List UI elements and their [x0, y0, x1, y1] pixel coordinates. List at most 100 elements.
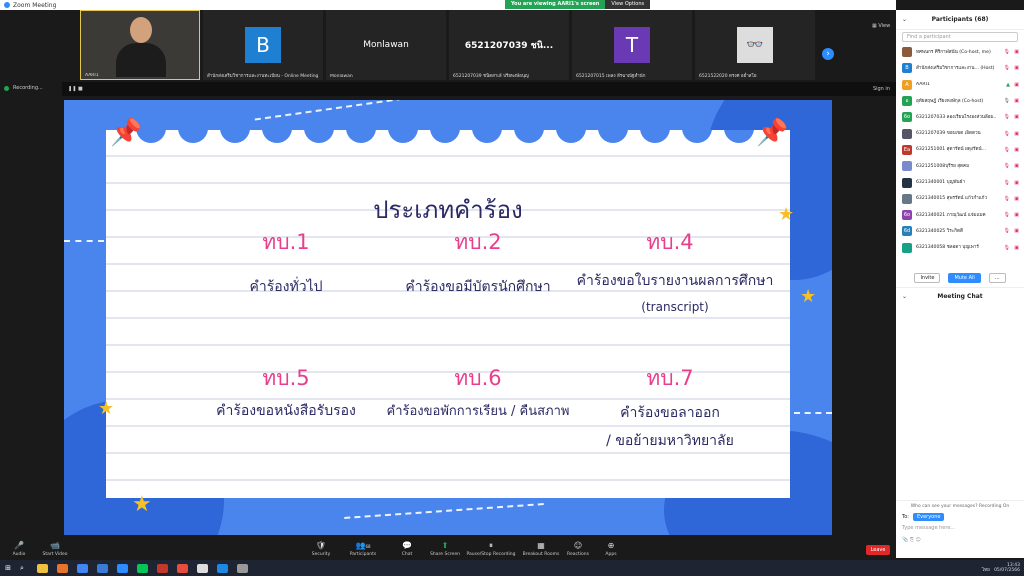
more-button[interactable]: ...	[988, 273, 1006, 283]
recording-label: Recording...	[13, 85, 43, 91]
participant-row[interactable]: 6321251008บุรีรย สุดคม 🎙 ▣	[896, 158, 1024, 174]
firefox-icon[interactable]	[57, 563, 68, 573]
avatar	[902, 161, 912, 172]
toolbar-label: Share Screen	[430, 552, 460, 557]
participant-row[interactable]: Ea 6321251001 สุดารัตน์ ผดุงรัตน์... 🎙 ▣	[896, 142, 1024, 158]
video-off-icon: ▣	[1014, 130, 1019, 137]
star-icon: ★	[132, 492, 152, 517]
muted-mic-icon: 🎙	[1003, 130, 1010, 137]
participant-name: 6321340021 ภาณุวัฒน์ แจ่มแมค	[916, 212, 986, 218]
recording-indicator[interactable]: Recording...	[0, 82, 62, 94]
thumbnail-name: 6521207039 ชนิดสาเล้ ปรียพงษ์อนุญ	[453, 74, 529, 79]
mute-all-button[interactable]: Mute All	[948, 273, 981, 283]
avatar: 6o	[902, 112, 912, 123]
share-control-bar: ❚❚ ■ Sign in	[62, 82, 896, 96]
video-thumbnail[interactable]: AARI1	[80, 10, 200, 80]
video-off-icon: ▣	[1014, 212, 1019, 219]
participants-button[interactable]: 👥68 Participants	[338, 541, 388, 557]
file-explorer-icon[interactable]	[37, 563, 48, 573]
participant-row[interactable]: 6o 6321340021 ภาณุวัฒน์ แจ่มแมค 🎙 ▣	[896, 207, 1024, 223]
video-thumbnail[interactable]: Monlawan Monlawan	[326, 10, 446, 80]
participant-name: 6321340015 สุพรรัตน์ แก้วกำแก้ว	[916, 196, 988, 202]
thumbnail-name: AARI1	[85, 73, 99, 78]
participant-row[interactable]: 6321340001 บุญพันธ์า 🎙 ▣	[896, 174, 1024, 190]
screenshot-icon[interactable]: ⎘	[910, 537, 914, 543]
muted-mic-icon: 🎙	[1003, 212, 1010, 219]
form-desc-extra: / ขอย้ายมหาวิทยาลัย	[606, 433, 734, 449]
participant-name: อุทัยสฤษฎ์ เรียงหงษ์กุล (Co-host)	[916, 98, 984, 104]
form-code: ทบ.4	[646, 230, 694, 254]
windows-start-icon[interactable]: ⊞	[2, 560, 14, 576]
participant-row[interactable]: 6o 6321207033 ลองเรียนไรงองส่วนลีอม... 🎙 ▣	[896, 109, 1024, 125]
star-icon: ★	[98, 398, 115, 419]
participant-row[interactable]: B สำนักส่งเสริมวิชาการและงาน... (Host) 🎙 ▣	[896, 60, 1024, 76]
view-button[interactable]: ▦ View	[872, 23, 890, 29]
who-can-see-link[interactable]: Who can see your messages? Recording On	[896, 501, 1024, 509]
sign-in-link[interactable]: Sign in	[873, 86, 890, 92]
participant-name: AARI1	[916, 82, 930, 88]
line-icon[interactable]	[137, 563, 148, 573]
video-thumbnail-strip: AARI1 B สำนักส่งเสริมวิชาการและงานทะเบีย…	[0, 10, 896, 80]
to-label: To:	[902, 514, 909, 520]
form-code: ทบ.7	[646, 366, 694, 390]
recipient-dropdown[interactable]: Everyone	[912, 513, 945, 521]
muted-mic-icon: 🎙	[1003, 49, 1010, 56]
app-icon[interactable]	[217, 563, 228, 573]
video-off-icon: ▣	[1014, 49, 1019, 56]
chevron-down-icon[interactable]: ⌄	[902, 288, 907, 306]
participant-search-input[interactable]: Find a participant	[902, 32, 1018, 42]
app-icon[interactable]	[237, 563, 248, 573]
chat-message-input[interactable]: Type message here...	[902, 525, 1018, 531]
app-icon[interactable]	[157, 563, 168, 573]
video-thumbnail[interactable]: T 6521207015 เพลง ลีรฉาณัฐสำนัก	[572, 10, 692, 80]
pause-share-icon[interactable]: ❚❚ ■	[68, 86, 83, 92]
share-screen-button[interactable]: ⬆ Share Screen	[420, 541, 470, 557]
muted-mic-icon: 🎙	[1003, 228, 1010, 235]
participant-row[interactable]: อ อุทัยสฤษฎ์ เรียงหงษ์กุล (Co-host) 🎙 ▣	[896, 93, 1024, 109]
zoom-taskbar-icon[interactable]	[117, 563, 128, 573]
zoom-logo-icon	[4, 2, 10, 8]
file-icon[interactable]: 📎	[902, 537, 908, 543]
participant-name: 6321340058 ชลอดา บุญเพาร์	[916, 245, 979, 251]
shared-slide: ประเภทคำร้อง ทบ.1 คำร้องทั่วไป ทบ.2 คำร้…	[64, 100, 832, 535]
avatar	[902, 47, 912, 58]
participant-row[interactable]: 6321340058 ชลอดา บุญเพาร์ 🎙 ▣	[896, 240, 1024, 256]
form-code: ทบ.1	[262, 230, 310, 254]
participant-count: 68	[365, 544, 371, 549]
thumbnail-name: 6521522020 ดรงศ อย่ำสโย	[699, 74, 757, 79]
recording-button[interactable]: ⏸ Pause/Stop Recording	[466, 541, 516, 557]
view-options-button[interactable]: View Options	[605, 0, 651, 9]
video-off-icon: ▣	[1014, 163, 1019, 170]
viewing-status: You are viewing AARI1's screen	[505, 0, 606, 9]
chat-title: Meeting Chat	[937, 293, 983, 300]
avatar: อ	[902, 96, 912, 107]
leave-button[interactable]: Leave	[866, 545, 890, 555]
video-thumbnail[interactable]: B สำนักส่งเสริมวิชาการและงานทะเบียน - On…	[203, 10, 323, 80]
toolbar-label: Apps	[605, 552, 617, 557]
app-icon[interactable]	[177, 563, 188, 573]
language-indicator[interactable]: ไทย	[982, 568, 990, 573]
search-icon[interactable]: ⌕	[16, 560, 28, 576]
avatar: B	[902, 63, 912, 74]
next-page-button[interactable]: ›	[822, 48, 834, 60]
video-thumbnail[interactable]: 6521207039 ชนิ... 6521207039 ชนิดสาเล้ ป…	[449, 10, 569, 80]
start-video-button[interactable]: 📹 Start Video	[30, 541, 80, 557]
participant-row[interactable]: A AARI1 ▲ ▣	[896, 77, 1024, 93]
emoji-icon[interactable]: ☺	[915, 537, 920, 543]
app-icon[interactable]	[197, 563, 208, 573]
slide-paper: ประเภทคำร้อง ทบ.1 คำร้องทั่วไป ทบ.2 คำร้…	[106, 130, 790, 498]
participant-row[interactable]: 6321207039 ขอบเขต เอ็ดตวน 🎙 ▣	[896, 125, 1024, 141]
avatar: 6o	[902, 210, 912, 221]
chrome-icon[interactable]	[77, 563, 88, 573]
chevron-down-icon[interactable]: ⌄	[902, 10, 907, 30]
thumbnail-name: Monlawan	[330, 74, 353, 79]
apps-button[interactable]: ⊕ Apps	[586, 541, 636, 557]
chat-tools: 📎 ⎘ ☺	[902, 537, 1018, 543]
avatar: 6d	[902, 226, 912, 237]
invite-button[interactable]: Invite	[914, 273, 941, 283]
participant-row[interactable]: 6321340015 สุพรรัตน์ แก้วกำแก้ว 🎙 ▣	[896, 191, 1024, 207]
video-thumbnail[interactable]: 👓 6521522020 ดรงศ อย่ำสโย	[695, 10, 815, 80]
app-icon[interactable]	[97, 563, 108, 573]
participant-row[interactable]: 6d 6321340025 วิระกิตติ์ 🎙 ▣	[896, 223, 1024, 239]
participant-row[interactable]: ทศพนกร ศิริกาฬสนั่น (Co-host, me) 🎙 ▣	[896, 44, 1024, 60]
